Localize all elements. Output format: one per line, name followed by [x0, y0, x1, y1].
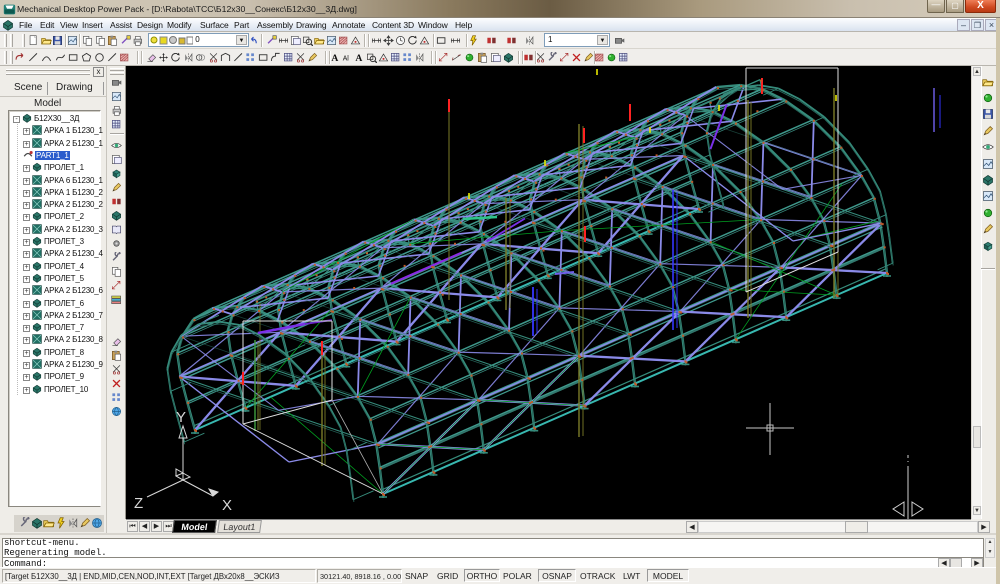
svg-text:Y: Y: [176, 409, 186, 426]
svg-text:A: A: [331, 53, 338, 63]
svg-text:Z: Z: [134, 495, 143, 512]
svg-text:A: A: [355, 53, 362, 63]
svg-text:Al: Al: [343, 55, 350, 62]
svg-text:X: X: [222, 497, 232, 514]
